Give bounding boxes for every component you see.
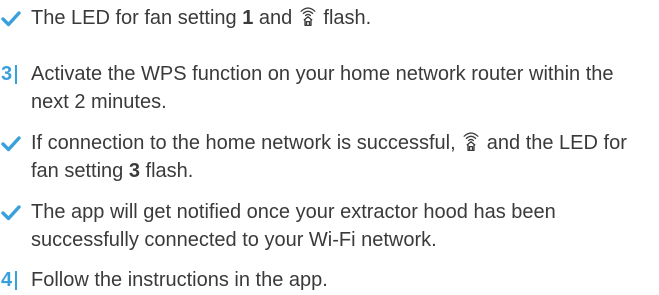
check-item-text: If connection to the home network is suc… <box>31 130 627 182</box>
check-item-text: The LED for fan setting 1 and flash. <box>31 5 372 29</box>
checkmark-icon <box>0 4 31 32</box>
step-divider <box>15 65 17 84</box>
fan-setting-number: 1 <box>242 7 254 29</box>
step-item: 4 Follow the instructions in the app. <box>0 266 653 294</box>
step-text: Activate the WPS function on your home n… <box>31 63 614 113</box>
step-item: 3 Activate the WPS function on your home… <box>0 60 653 116</box>
fan-setting-number: 3 <box>128 160 140 182</box>
step-number: 3 <box>1 63 13 85</box>
checkmark-icon <box>0 129 31 185</box>
check-item: If connection to the home network is suc… <box>0 129 653 185</box>
checkmark-icon <box>0 198 31 254</box>
check-item: The app will get notified once your extr… <box>0 198 653 254</box>
step-text: Follow the instructions in the app. <box>31 269 328 291</box>
check-item-text: The app will get notified once your extr… <box>31 201 556 251</box>
wifi-home-icon <box>300 5 316 27</box>
wifi-home-icon <box>463 130 479 152</box>
step-divider <box>15 271 17 290</box>
check-item: The LED for fan setting 1 and flash. <box>0 4 653 32</box>
instruction-page: The LED for fan setting 1 and flash. 3 A… <box>0 0 659 295</box>
step-number: 4 <box>1 269 13 291</box>
